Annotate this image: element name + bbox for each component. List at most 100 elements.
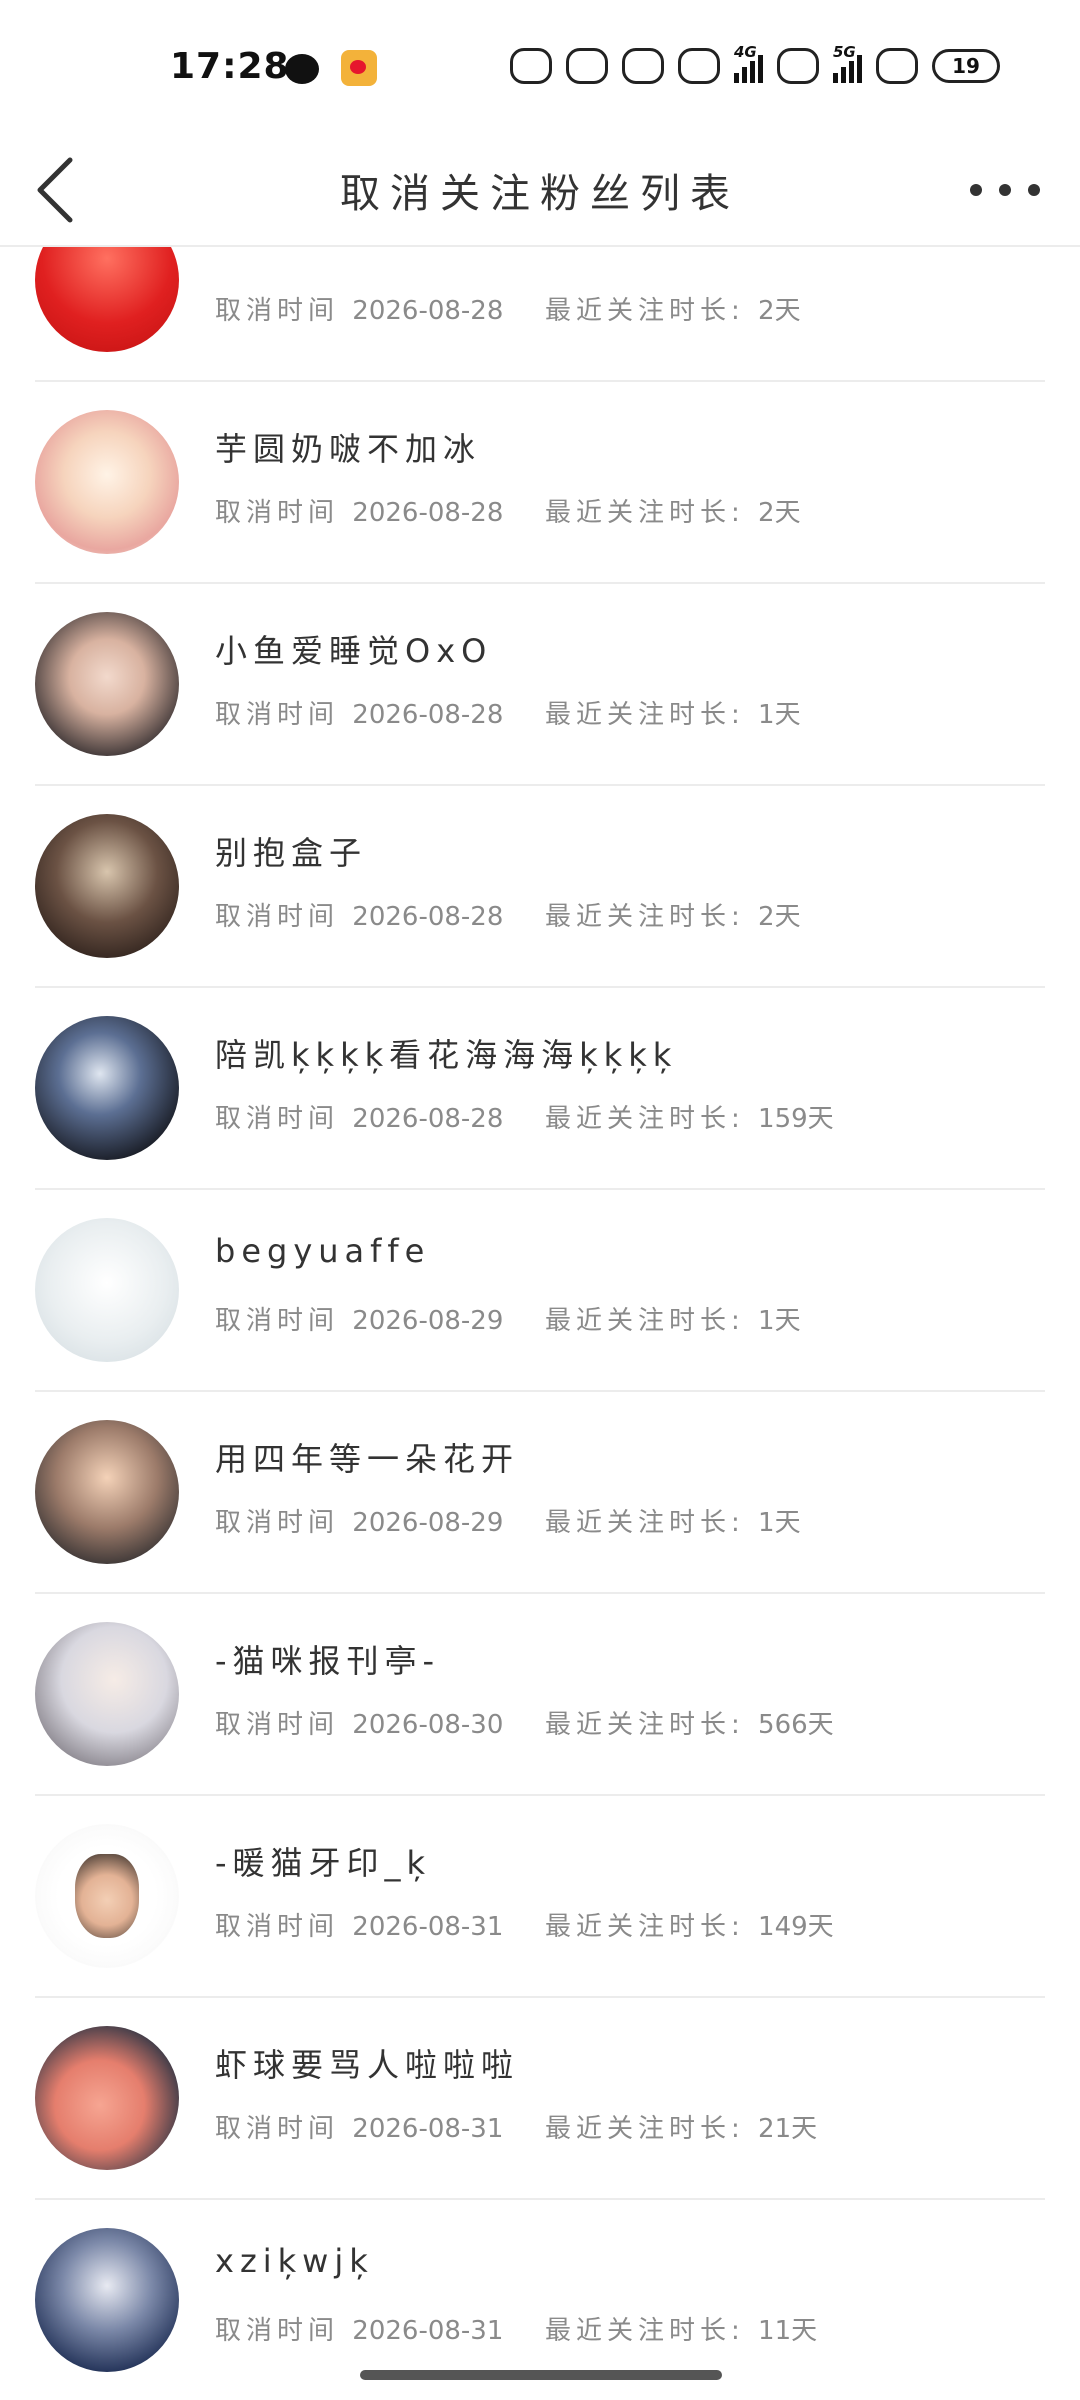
cancel-time-label: 取消时间 <box>215 1306 340 1336</box>
list-item[interactable]: 陪凯ķķķķ看花海海海ķķķķ 取消时间 2026-08-28 最近关注时长: 15… <box>35 988 1045 1190</box>
cancel-date: 2026-08-28 <box>352 498 504 528</box>
cancel-time-label: 取消时间 <box>215 296 340 326</box>
avatar[interactable] <box>35 1824 179 1968</box>
list-item[interactable]: 别抱盒子取消时间 2026-08-28 最近关注时长: 2天 <box>35 786 1045 988</box>
user-name[interactable]: -猫咪报刊亭- <box>215 1636 440 1682</box>
follow-duration: 最近关注时长: 1天 <box>545 1300 801 1337</box>
user-name[interactable]: -暖猫牙印_ķ <box>215 1838 431 1884</box>
follow-duration-label: 最近关注时长: <box>545 1508 745 1538</box>
cancel-time-label: 取消时间 <box>215 2114 340 2144</box>
avatar[interactable] <box>35 1218 179 1362</box>
follow-duration-label: 最近关注时长: <box>545 1104 745 1134</box>
home-indicator[interactable] <box>360 2370 722 2380</box>
cancel-time-label: 取消时间 <box>215 1508 340 1538</box>
cancel-time-label: 取消时间 <box>215 902 340 932</box>
follow-duration-value: 21天 <box>758 2114 818 2144</box>
cancel-time: 取消时间 2026-08-30 <box>215 1704 503 1741</box>
cancel-time-label: 取消时间 <box>215 1710 340 1740</box>
pet-icon <box>510 48 552 84</box>
avatar[interactable] <box>35 814 179 958</box>
cancel-time: 取消时间 2026-08-31 <box>215 2310 503 2347</box>
follow-duration-label: 最近关注时长: <box>545 1912 745 1942</box>
list-item[interactable]: 小鱼爱睡觉OxO 取消时间 2026-08-28 最近关注时长: 1天 <box>35 584 1045 786</box>
wechat-icon <box>285 54 319 84</box>
cancel-time: 取消时间 2026-08-29 <box>215 1300 503 1337</box>
status-right: 4G 5G 19 <box>510 43 1000 84</box>
avatar[interactable] <box>35 1016 179 1160</box>
list-item[interactable]: begyuaffe 取消时间 2026-08-29 最近关注时长: 1天 <box>35 1190 1045 1392</box>
battery-indicator: 19 <box>932 49 1000 83</box>
list-item[interactable]: 芋圆奶啵不加冰取消时间 2026-08-28 最近关注时长: 2天 <box>35 382 1045 584</box>
list-item[interactable]: 取消时间 2026-08-28 最近关注时长: 2天 <box>35 247 1045 382</box>
status-bar: 17:28 4G 5G 19 <box>0 0 1080 140</box>
cancel-date: 2026-08-29 <box>352 1306 504 1336</box>
follow-duration-label: 最近关注时长: <box>545 1306 745 1336</box>
cancel-date: 2026-08-28 <box>352 902 504 932</box>
cancel-date: 2026-08-31 <box>352 1912 504 1942</box>
bunny-icon <box>876 48 918 84</box>
cancel-time: 取消时间 2026-08-28 <box>215 492 503 529</box>
battery-level: 19 <box>952 54 980 78</box>
cancel-date: 2026-08-31 <box>352 2114 504 2144</box>
avatar[interactable] <box>35 612 179 756</box>
cancel-time: 取消时间 2026-08-28 <box>215 896 503 933</box>
avatar[interactable] <box>35 247 179 352</box>
pet-icon <box>622 48 664 84</box>
follow-duration-label: 最近关注时长: <box>545 2316 745 2346</box>
bunny-icon <box>777 48 819 84</box>
follow-duration-value: 566天 <box>758 1710 834 1740</box>
user-name[interactable]: xziķwjķ <box>215 2242 374 2280</box>
cancel-time: 取消时间 2026-08-28 <box>215 1098 503 1135</box>
net-4g-label: 4G <box>734 43 757 61</box>
user-name[interactable]: 别抱盒子 <box>215 828 367 874</box>
cancel-time: 取消时间 2026-08-28 <box>215 694 503 731</box>
cancel-time-label: 取消时间 <box>215 498 340 528</box>
follow-duration-label: 最近关注时长: <box>545 498 745 528</box>
list-item[interactable]: 虾球要骂人啦啦啦取消时间 2026-08-31 最近关注时长: 21天 <box>35 1998 1045 2200</box>
follow-duration-label: 最近关注时长: <box>545 2114 745 2144</box>
unfollow-list[interactable]: 取消时间 2026-08-28 最近关注时长: 2天 芋圆奶啵不加冰 取消时间 202… <box>0 247 1080 2400</box>
follow-duration-value: 2天 <box>758 498 801 528</box>
more-dot-icon <box>970 184 982 196</box>
cancel-date: 2026-08-28 <box>352 296 504 326</box>
more-button[interactable] <box>970 170 1040 210</box>
user-name[interactable]: 陪凯ķķķķ看花海海海ķķķķ <box>215 1030 677 1076</box>
user-name[interactable]: 用四年等一朵花开 <box>215 1434 519 1480</box>
cancel-time-label: 取消时间 <box>215 700 340 730</box>
list-item[interactable]: -暖猫牙印_ķ 取消时间 2026-08-31 最近关注时长: 149天 <box>35 1796 1045 1998</box>
list-item[interactable]: 用四年等一朵花开取消时间 2026-08-29 最近关注时长: 1天 <box>35 1392 1045 1594</box>
user-name[interactable]: 芋圆奶啵不加冰 <box>215 424 481 470</box>
net-5g-label: 5G <box>833 43 856 61</box>
user-name[interactable]: begyuaffe <box>215 1232 430 1270</box>
avatar[interactable] <box>35 410 179 554</box>
more-dot-icon <box>999 184 1011 196</box>
status-app-icons <box>285 50 377 86</box>
cancel-time-label: 取消时间 <box>215 1912 340 1942</box>
cancel-date: 2026-08-29 <box>352 1508 504 1538</box>
follow-duration: 最近关注时长: 2天 <box>545 896 801 933</box>
weibo-icon <box>341 50 377 86</box>
avatar[interactable] <box>35 2026 179 2170</box>
avatar[interactable] <box>35 2228 179 2372</box>
more-dot-icon <box>1028 184 1040 196</box>
wifi-icon <box>678 48 720 84</box>
follow-duration: 最近关注时长: 159天 <box>545 1098 834 1135</box>
cancel-time: 取消时间 2026-08-31 <box>215 1906 503 1943</box>
user-name[interactable]: 虾球要骂人啦啦啦 <box>215 2040 519 2086</box>
user-name[interactable]: 小鱼爱睡觉OxO <box>215 626 492 672</box>
follow-duration: 最近关注时长: 1天 <box>545 1502 801 1539</box>
cancel-time: 取消时间 2026-08-29 <box>215 1502 503 1539</box>
follow-duration-value: 1天 <box>758 700 801 730</box>
page-title: 取消关注粉丝列表 <box>340 171 740 217</box>
follow-duration-label: 最近关注时长: <box>545 700 745 730</box>
cancel-date: 2026-08-30 <box>352 1710 504 1740</box>
list-item[interactable]: -猫咪报刊亭- 取消时间 2026-08-30 最近关注时长: 566天 <box>35 1594 1045 1796</box>
pet-icon <box>566 48 608 84</box>
cancel-date: 2026-08-28 <box>352 1104 504 1134</box>
avatar[interactable] <box>35 1420 179 1564</box>
follow-duration: 最近关注时长: 566天 <box>545 1704 834 1741</box>
signal-4g-icon: 4G <box>734 43 763 83</box>
follow-duration-label: 最近关注时长: <box>545 1710 745 1740</box>
follow-duration-label: 最近关注时长: <box>545 902 745 932</box>
avatar[interactable] <box>35 1622 179 1766</box>
